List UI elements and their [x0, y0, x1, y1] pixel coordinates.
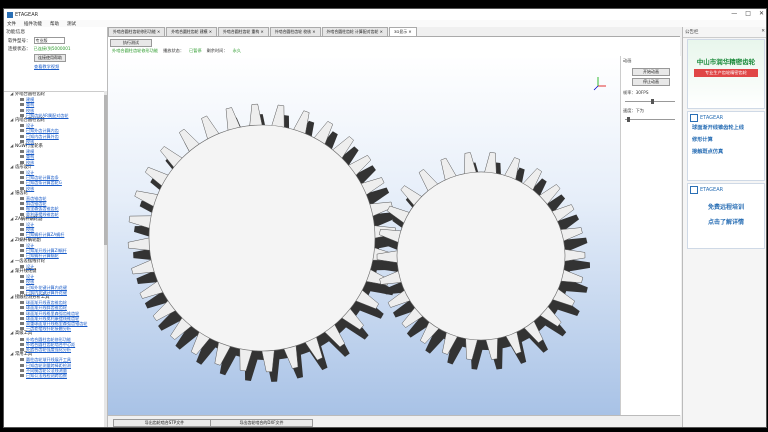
- play-status-value: 已暂停: [189, 48, 202, 53]
- fps-slider[interactable]: [625, 99, 677, 105]
- tab-5[interactable]: 3D显示 ✕: [388, 27, 417, 36]
- ad2-line-1: 球面渐开线锥齿轮上线: [692, 125, 744, 131]
- play-status-label: 播放状态：: [163, 48, 185, 53]
- menu-test[interactable]: 测试: [67, 21, 76, 27]
- ad3-brand-text: ETAGEAR: [700, 187, 724, 193]
- viewer-toolbar: 执行测试 外啮合圆柱齿轮修形功能 播放状态： 已暂停 剩余时间： 永久: [108, 37, 680, 56]
- tree-item[interactable]: 外啮合齿轮强度强化分析: [4, 347, 107, 352]
- ad-banner-2[interactable]: ETAGEAR 球面渐开线锥齿轮上线 修形计算 接触斑点仿真: [687, 111, 765, 181]
- menu-file[interactable]: 文件: [7, 21, 16, 27]
- tree-item[interactable]: 奥利康摆线锥齿轮: [4, 212, 107, 217]
- tree-item[interactable]: 校核: [4, 186, 107, 191]
- ad-banner-1[interactable]: 中山市润华精密齿轮 专业生产齿轮精密齿轮: [687, 39, 765, 109]
- 3d-viewport[interactable]: [108, 56, 620, 415]
- close-window-button[interactable]: ✕: [759, 10, 764, 17]
- status-line: 外啮合圆柱齿轮修形功能 播放状态： 已暂停 剩余时间： 永久: [112, 48, 241, 54]
- small-gear: [376, 152, 590, 370]
- fps-slider-knob[interactable]: [651, 99, 655, 104]
- stop-animation-button[interactable]: 停止动画: [632, 78, 670, 86]
- notice-header: 公告栏 ✕: [683, 27, 766, 38]
- tree-scrollbar[interactable]: [104, 91, 107, 427]
- tab-2[interactable]: 外啮合圆柱齿轮 重构 ✕: [218, 27, 269, 36]
- tree-item[interactable]: 已知公法线检测跨齿数: [4, 373, 107, 378]
- menu-plugins[interactable]: 插件功能: [24, 21, 42, 27]
- notice-title: 公告栏: [685, 30, 699, 35]
- connect-button-row: 连接使用帮助: [4, 53, 107, 63]
- app-title: ETAGEAR: [15, 11, 39, 18]
- gear2-hub: [396, 171, 566, 341]
- tree-item[interactable]: 设计: [4, 264, 107, 269]
- start-animation-button[interactable]: 开始动画: [632, 68, 670, 76]
- source-label: 外啮合圆柱齿轮修形功能: [112, 48, 159, 53]
- tree-item[interactable]: 校核: [4, 139, 107, 144]
- tree-item[interactable]: 已知蜗杆计算蜗轮: [4, 253, 107, 258]
- run-test-button[interactable]: 执行测试: [110, 39, 152, 47]
- ad2-line-2: 修形计算: [692, 137, 713, 143]
- ad1-subtitle: 专业生产齿轮精密齿轮: [694, 69, 758, 77]
- notice-close-button[interactable]: ✕: [761, 29, 765, 35]
- screen-frame: ETAGEAR — □ ✕ 文件 插件功能 帮助 测试 功能信息 软件型号： 专…: [0, 0, 768, 432]
- maximize-button[interactable]: □: [745, 10, 751, 17]
- license-label: 软件型号：: [8, 38, 31, 44]
- app-window: ETAGEAR — □ ✕ 文件 插件功能 帮助 测试 功能信息 软件型号： 专…: [3, 8, 767, 428]
- large-gear: [127, 103, 401, 382]
- speed-slider[interactable]: [625, 117, 677, 123]
- ad3-line-1: 免费远程培训: [707, 204, 744, 211]
- export-step-button[interactable]: 导出齿轮啮合STP文件: [113, 419, 216, 427]
- minimize-button[interactable]: —: [731, 10, 737, 17]
- section-title: 功能信息: [6, 30, 26, 35]
- animation-panel: 动画 开始动画 停止动画 帧率：30FPS 速度：下为: [620, 56, 681, 415]
- tree-item[interactable]: 一齿差摆线针轮接触分析: [4, 326, 107, 331]
- tab-3[interactable]: 外啮合圆柱齿轮 校核 ✕: [269, 27, 321, 36]
- speed-slider-track: [625, 119, 675, 120]
- animation-label: 动画: [623, 58, 632, 63]
- export-bar: 导出齿轮啮合STP文件 导出齿轮啮合的DXF文件: [108, 415, 680, 427]
- ad2-brand-text: ETAGEAR: [700, 115, 724, 121]
- left-panel: 功能信息 软件型号： 专业版 连接状态： 已连接(到5000001 连接使用帮助…: [4, 27, 108, 427]
- menu-help[interactable]: 帮助: [50, 21, 59, 27]
- notice-panel: 公告栏 ✕ 中山市润华精密齿轮 专业生产齿轮精密齿轮 ETAGEAR 球面渐开线…: [682, 27, 766, 427]
- axis-triad-icon: [593, 77, 606, 91]
- help-link-row: 查看教学视频: [4, 63, 107, 71]
- scrollbar-thumb[interactable]: [104, 95, 107, 245]
- ad2-line-3: 接触斑点仿真: [692, 149, 724, 155]
- ad3-brand: ETAGEAR: [688, 184, 764, 196]
- tab-bar: 外啮合圆柱齿轮修形功能 ✕ 外啮合圆柱齿轮 建模 ✕ 外啮合圆柱齿轮 重构 ✕ 外啮合…: [108, 27, 680, 37]
- app-logo-icon: [7, 11, 13, 18]
- ad1-title: 中山市润华精密齿轮: [696, 58, 756, 66]
- connect-label: 连接状态：: [8, 47, 31, 52]
- menu-bar: 文件 插件功能 帮助 测试: [4, 20, 766, 27]
- tab-1[interactable]: 外啮合圆柱齿轮 建模 ✕: [166, 27, 218, 36]
- brand-logo-icon: [690, 186, 698, 194]
- help-video-link[interactable]: 查看教学视频: [34, 64, 59, 70]
- ad3-line-2: 点击了解详情: [707, 219, 744, 226]
- tree-item[interactable]: 校核: [4, 160, 107, 165]
- speed-label: 速度：下为: [623, 108, 644, 113]
- license-select[interactable]: 专业版: [33, 37, 65, 44]
- fps-label: 帧率：30FPS: [623, 90, 649, 95]
- speed-slider-knob[interactable]: [627, 117, 631, 122]
- connect-help-button[interactable]: 连接使用帮助: [34, 54, 66, 62]
- connect-row: 连接状态： 已连接(到5000001: [4, 45, 107, 53]
- tab-4[interactable]: 外啮合圆柱齿轮 计算配对齿轮 ✕: [321, 27, 388, 36]
- gear1-hub: [148, 124, 376, 352]
- connect-status: 已连接(到5000001: [33, 46, 71, 51]
- ad2-brand: ETAGEAR: [688, 112, 764, 124]
- ad-banner-3[interactable]: ETAGEAR 免费远程培训 点击了解详情: [687, 183, 765, 249]
- tree-item[interactable]: 已知蜗杆计算ZA蜗杆: [4, 232, 107, 237]
- tree-item[interactable]: 已知齿轮AR属配对齿轮: [4, 113, 107, 118]
- title-bar: ETAGEAR — □ ✕: [4, 9, 766, 20]
- tree-item[interactable]: 已知内花键计算外花键: [4, 290, 107, 295]
- export-dxf-button[interactable]: 导出齿轮啮合的DXF文件: [210, 419, 313, 427]
- tab-0[interactable]: 外啮合圆柱齿轮修形功能 ✕: [108, 27, 166, 36]
- brand-logo-icon: [690, 114, 698, 122]
- fps-slider-track: [625, 101, 675, 102]
- time-label: 剩余时间：: [206, 48, 228, 53]
- window-controls: — □ ✕: [731, 10, 764, 17]
- time-value: 永久: [232, 48, 241, 53]
- gear-mesh-render: [127, 77, 606, 382]
- function-tree: ◢ 外啮合圆柱齿轮 建模 重构 校核 已知齿轮AR属配对齿轮 ◢ 内啮合圆柱齿轮 设计 已知外齿计…: [4, 91, 107, 427]
- license-row: 软件型号： 专业版: [4, 36, 107, 45]
